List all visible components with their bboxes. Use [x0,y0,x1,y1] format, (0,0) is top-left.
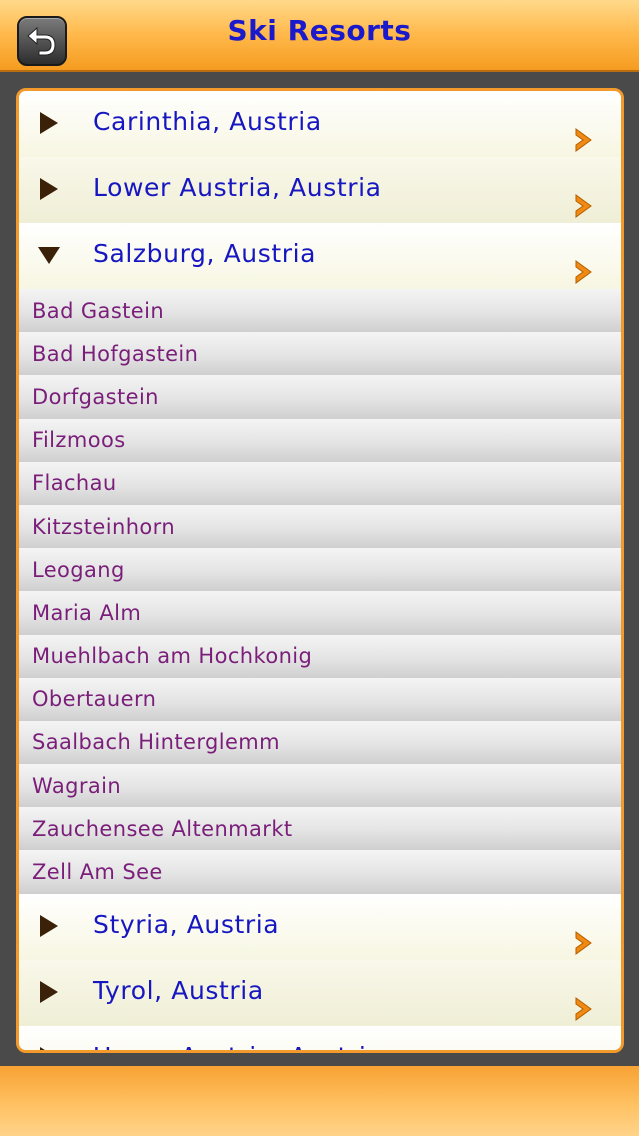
group-row-lower-austria[interactable]: Lower Austria, Austria [19,157,621,223]
resort-row[interactable]: Filzmoos [19,418,621,462]
collapsed-triangle-icon [40,980,58,1003]
resort-list: Carinthia, Austria Lower Austria, Austri… [16,88,624,1053]
resort-row[interactable]: Saalbach Hinterglemm [19,720,621,765]
collapsed-triangle-icon [40,112,58,134]
chevron-right-icon[interactable] [573,996,595,1022]
collapsed-triangle-icon [40,178,58,200]
group-label: Carinthia, Austria [93,107,322,136]
top-bar: Ski Resorts [0,0,639,72]
resort-row[interactable]: Muehlbach am Hochkonig [19,634,621,678]
resort-row[interactable]: Zauchensee Altenmarkt [19,807,621,851]
group-row-tyrol[interactable]: Tyrol, Austria [19,959,621,1026]
chevron-right-icon[interactable] [573,193,595,219]
group-label: Tyrol, Austria [93,975,264,1005]
resort-row[interactable]: Bad Gastein [19,289,621,333]
page-title: Ski Resorts [227,14,412,47]
resort-row[interactable]: Kitzsteinhorn [19,504,621,549]
group-row-salzburg[interactable]: Salzburg, Austria [19,223,621,289]
group-row-carinthia[interactable]: Carinthia, Austria [19,91,621,157]
chevron-right-icon[interactable] [573,127,595,153]
resort-row[interactable]: Wagrain [19,764,621,808]
resort-row[interactable]: Obertauern [19,677,621,721]
group-label: Styria, Austria [93,909,280,939]
group-label: Upper Austria, Austria [93,1042,382,1050]
chevron-right-icon[interactable] [573,930,595,956]
bottom-bar [0,1066,639,1136]
resort-row[interactable]: Maria Alm [19,591,621,635]
group-label: Salzburg, Austria [93,239,317,268]
group-label: Lower Austria, Austria [93,173,382,202]
resort-row[interactable]: Zell Am See [19,850,621,894]
group-row-styria[interactable]: Styria, Austria [19,893,621,960]
collapsed-triangle-icon [40,1046,46,1050]
collapsed-triangle-icon [40,914,58,937]
chevron-right-icon[interactable] [573,259,595,285]
group-row-upper-austria[interactable]: Upper Austria, Austria [19,1025,621,1050]
resort-row[interactable]: Flachau [19,461,621,505]
resort-row[interactable]: Leogang [19,548,621,592]
resort-row[interactable]: Bad Hofgastein [19,332,621,376]
resort-row[interactable]: Dorfgastein [19,375,621,419]
expanded-triangle-icon [38,247,60,264]
